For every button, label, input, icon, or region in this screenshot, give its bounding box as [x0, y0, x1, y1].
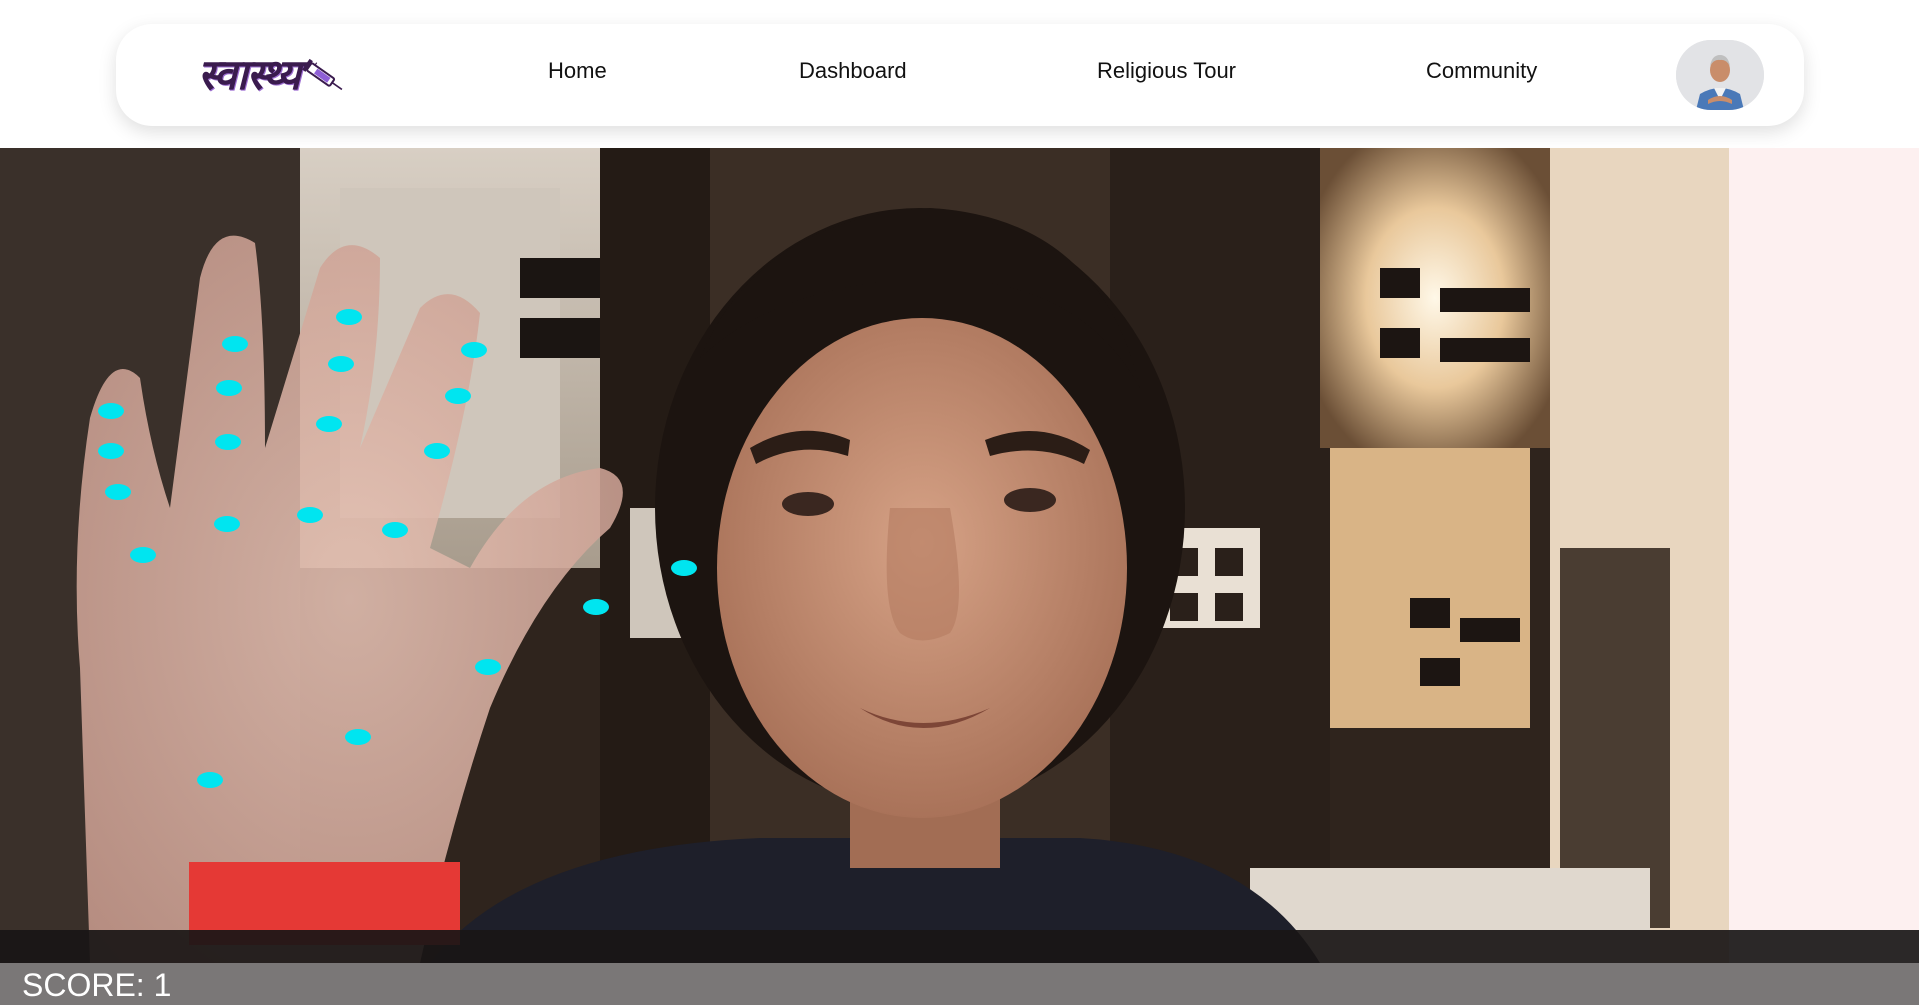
hand-landmark-point [197, 772, 223, 788]
hand-landmark-point [215, 434, 241, 450]
hand-landmark-point [475, 659, 501, 675]
hand-landmark-point [222, 336, 248, 352]
side-panel [1729, 148, 1919, 930]
hand-landmark-point [671, 560, 697, 576]
hand-landmark-point [424, 443, 450, 459]
score-bar: SCORE: 1 [0, 963, 1919, 1005]
hand-landmark-point [345, 729, 371, 745]
hand-landmark-point [445, 388, 471, 404]
hand-landmark-point [214, 516, 240, 532]
logo-text: स्वास्थ्य [198, 49, 301, 99]
webcam-feed [0, 148, 1729, 963]
hand-landmark-point [336, 309, 362, 325]
bottom-overlay-strip [0, 930, 1919, 964]
hand-landmark-point [382, 522, 408, 538]
page: स्वास्थ्य Home Dashboard Religious Tour … [0, 0, 1919, 1005]
hand-landmark-point [328, 356, 354, 372]
hand-landmark-point [461, 342, 487, 358]
hand-landmark-point [105, 484, 131, 500]
navbar: स्वास्थ्य Home Dashboard Religious Tour … [116, 24, 1804, 126]
profile-avatar[interactable] [1676, 40, 1764, 110]
nav-dashboard-link[interactable]: Dashboard [799, 58, 907, 84]
hand-landmark-point [98, 443, 124, 459]
hand-landmark-point [216, 380, 242, 396]
user-avatar-icon [1676, 40, 1764, 110]
score-label: SCORE: 1 [22, 967, 172, 1003]
nav-community-link[interactable]: Community [1426, 58, 1537, 84]
logo[interactable]: स्वास्थ्य [198, 44, 348, 102]
hand-landmark-point [316, 416, 342, 432]
webcam-frame [0, 148, 1729, 963]
hand-landmark-point [130, 547, 156, 563]
nav-religious-tour-link[interactable]: Religious Tour [1097, 58, 1236, 84]
hand-landmark-point [297, 507, 323, 523]
hand-landmark-point [583, 599, 609, 615]
syringe-icon [301, 58, 343, 91]
hand-landmark-point [98, 403, 124, 419]
nav-home-link[interactable]: Home [548, 58, 607, 84]
